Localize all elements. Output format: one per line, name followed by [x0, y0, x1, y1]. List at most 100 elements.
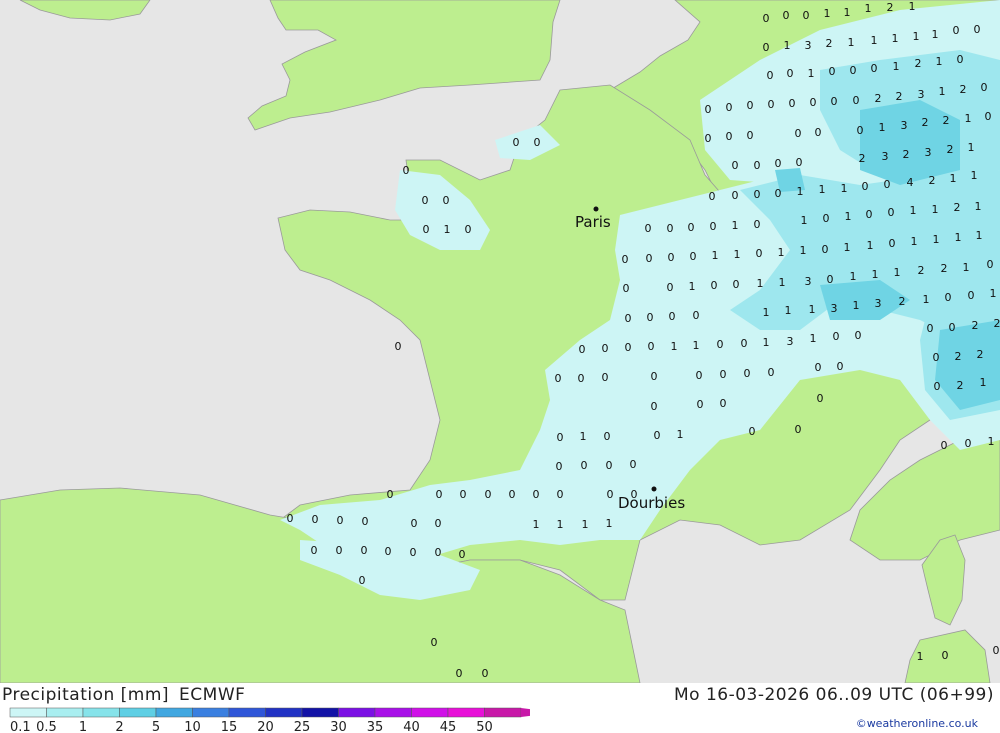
grid-value: 2	[899, 295, 906, 308]
forecast-datetime: Mo 16-03-2026 06..09 UTC (06+99)	[673, 685, 994, 705]
grid-value: 0	[827, 273, 834, 286]
grid-value: 0	[763, 12, 770, 25]
grid-value: 0	[934, 380, 941, 393]
grid-value: 1	[892, 32, 899, 45]
grid-value: 0	[622, 253, 629, 266]
grid-value: 1	[976, 229, 983, 242]
grid-value: 0	[443, 194, 450, 207]
grid-value: 1	[763, 306, 770, 319]
grid-value: 0	[720, 397, 727, 410]
grid-value: 0	[387, 488, 394, 501]
legend-box	[46, 707, 84, 718]
grid-value: 0	[756, 247, 763, 260]
grid-value: 2	[955, 350, 962, 363]
grid-value: 0	[602, 371, 609, 384]
legend-label: 25	[294, 720, 311, 733]
legend-label: 15	[221, 720, 238, 733]
grid-value: 0	[403, 164, 410, 177]
grid-value: 1	[732, 219, 739, 232]
grid-value: 0	[696, 369, 703, 382]
city-dot-paris	[593, 206, 599, 212]
grid-value: 1	[580, 430, 587, 443]
grid-value: 0	[667, 222, 674, 235]
grid-value: 1	[844, 6, 851, 19]
grid-value: 0	[422, 194, 429, 207]
grid-value: 0	[581, 459, 588, 472]
legend-label: 5	[152, 720, 160, 733]
legend-label: 30	[330, 720, 347, 733]
grid-value: 0	[311, 544, 318, 557]
grid-value: 1	[848, 36, 855, 49]
grid-value: 0	[933, 351, 940, 364]
precipitation-map: Paris Dourbies 0 0 0 1 1 1 2 1 0 1 3 2 1 1 1 1 1 0 0 0 0 1 0 0 0…	[0, 0, 1000, 683]
grid-value: 0	[579, 343, 586, 356]
grid-value: 1	[689, 280, 696, 293]
grid-value: 2	[859, 152, 866, 165]
legend-box	[411, 707, 449, 718]
grid-value: 1	[850, 270, 857, 283]
grid-value: 1	[853, 299, 860, 312]
grid-value: 0	[654, 429, 661, 442]
grid-value: 0	[690, 250, 697, 263]
grid-value: 1	[582, 518, 589, 531]
grid-value: 1	[779, 276, 786, 289]
grid-value: 0	[747, 129, 754, 142]
grid-value: 2	[915, 57, 922, 70]
grid-value: 1	[893, 60, 900, 73]
legend-box	[119, 707, 157, 718]
grid-value: 1	[808, 67, 815, 80]
grid-value: 0	[711, 279, 718, 292]
grid-value: 0	[884, 178, 891, 191]
city-label-dourbies: Dourbies	[618, 494, 685, 512]
grid-value: 0	[606, 459, 613, 472]
grid-value: 0	[732, 159, 739, 172]
grid-value: 1	[606, 517, 613, 530]
grid-value: 0	[981, 81, 988, 94]
grid-value: 0	[749, 425, 756, 438]
grid-value: 0	[953, 24, 960, 37]
grid-value: 3	[882, 150, 889, 163]
grid-value: 1	[800, 244, 807, 257]
grid-value: 0	[630, 458, 637, 471]
legend-label: 20	[257, 720, 274, 733]
grid-value: 0	[717, 338, 724, 351]
legend-box	[82, 707, 120, 718]
grid-value: 0	[435, 517, 442, 530]
grid-value: 0	[578, 372, 585, 385]
grid-value: 0	[646, 252, 653, 265]
grid-value: 0	[831, 95, 838, 108]
grid-value: 1	[809, 303, 816, 316]
grid-value: 0	[871, 62, 878, 75]
grid-value: 1	[557, 518, 564, 531]
grid-value: 1	[757, 277, 764, 290]
grid-value: 0	[985, 110, 992, 123]
grid-value: 1	[872, 268, 879, 281]
legend-box	[338, 707, 376, 718]
grid-value: 0	[431, 636, 438, 649]
grid-value: 1	[819, 183, 826, 196]
grid-value: 0	[817, 392, 824, 405]
grid-value: 1	[911, 235, 918, 248]
grid-value: 1	[671, 340, 678, 353]
grid-value: 0	[435, 546, 442, 559]
title-model: ECMWF	[179, 685, 246, 705]
grid-value: 0	[823, 212, 830, 225]
credit-link[interactable]: ©weatheronline.co.uk	[856, 717, 978, 730]
grid-value: 2	[875, 92, 882, 105]
grid-value: 0	[862, 180, 869, 193]
grid-value: 0	[803, 9, 810, 22]
grid-value: 1	[867, 239, 874, 252]
legend-box	[228, 707, 266, 718]
grid-value: 0	[688, 221, 695, 234]
grid-value: 0	[465, 223, 472, 236]
grid-value: 2	[947, 143, 954, 156]
grid-value: 0	[705, 132, 712, 145]
grid-value: 1	[894, 266, 901, 279]
legend-label: 0.5	[36, 720, 57, 733]
grid-value: 0	[855, 329, 862, 342]
legend-label: 45	[440, 720, 457, 733]
grid-value: 0	[395, 340, 402, 353]
grid-value: 0	[829, 65, 836, 78]
grid-value: 1	[693, 339, 700, 352]
grid-value: 2	[960, 83, 967, 96]
